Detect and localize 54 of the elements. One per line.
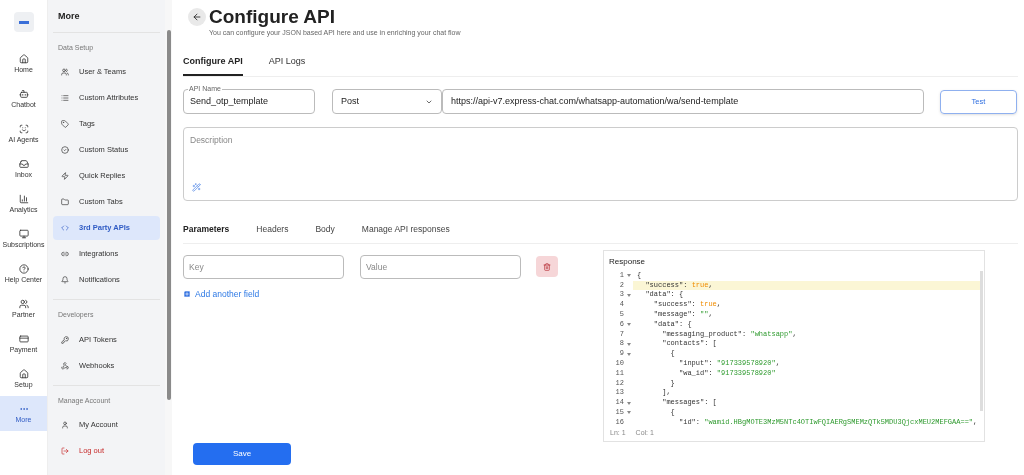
fold-arrow-icon[interactable]	[626, 352, 631, 356]
tag-icon	[61, 120, 69, 128]
folder-icon	[61, 198, 69, 206]
scrollbar[interactable]	[165, 0, 172, 475]
users-icon	[61, 68, 69, 76]
fold-arrow-icon[interactable]	[626, 411, 631, 415]
key-icon	[61, 335, 69, 344]
tab[interactable]: API Logs	[268, 54, 306, 76]
help-icon	[18, 264, 29, 274]
fold-arrow-icon[interactable]	[626, 274, 631, 278]
tab[interactable]: Body	[315, 223, 335, 236]
check-circle-icon	[61, 146, 69, 154]
fold-arrow-icon[interactable]	[626, 342, 631, 346]
robot-icon	[18, 89, 29, 99]
back-button[interactable]	[188, 8, 206, 26]
fold-arrow-icon[interactable]	[626, 293, 631, 297]
bar-chart-icon	[18, 194, 29, 204]
plus-icon	[183, 290, 191, 299]
url-field[interactable]: https://api-v7.express-chat.com/whatsapp-automation/wa/send-template	[442, 89, 924, 114]
webhook-icon	[61, 361, 69, 370]
home-icon	[18, 54, 29, 64]
tab[interactable]: Headers	[256, 223, 289, 236]
fold-arrow-icon[interactable]	[626, 323, 631, 327]
value-field[interactable]: Value	[360, 254, 521, 279]
bell-icon	[61, 276, 69, 284]
description-field[interactable]: Description	[183, 127, 1018, 201]
method-select[interactable]: Post	[332, 89, 442, 114]
code-icon	[61, 224, 69, 232]
back-arrow-icon	[192, 12, 202, 22]
face-scan-icon	[18, 124, 29, 134]
save-button[interactable]: Save	[193, 443, 291, 465]
tab[interactable]: Configure API	[183, 54, 243, 76]
delete-button[interactable]	[536, 256, 558, 278]
home-icon	[18, 369, 29, 379]
link-icon	[61, 250, 69, 258]
inbox-icon	[18, 159, 29, 169]
response-title: Response	[608, 255, 647, 268]
user-icon	[61, 421, 69, 429]
app-logo[interactable]	[13, 12, 34, 32]
page-title: Configure API	[209, 6, 336, 28]
logout-icon	[61, 447, 69, 455]
monitor-icon	[18, 229, 29, 239]
magic-wand-icon[interactable]	[192, 183, 201, 192]
sidebar-title: More	[53, 0, 160, 33]
bolt-icon	[61, 172, 69, 180]
list-icon	[61, 94, 69, 102]
add-field-link[interactable]: Add another field	[183, 287, 260, 301]
tab[interactable]: Parameters	[183, 223, 230, 236]
card-icon	[18, 334, 29, 344]
tab[interactable]: Manage API responses	[361, 223, 450, 236]
fold-arrow-icon[interactable]	[626, 401, 631, 405]
trash-icon	[543, 262, 551, 271]
users-icon	[18, 299, 29, 309]
key-field[interactable]: Key	[183, 254, 344, 279]
